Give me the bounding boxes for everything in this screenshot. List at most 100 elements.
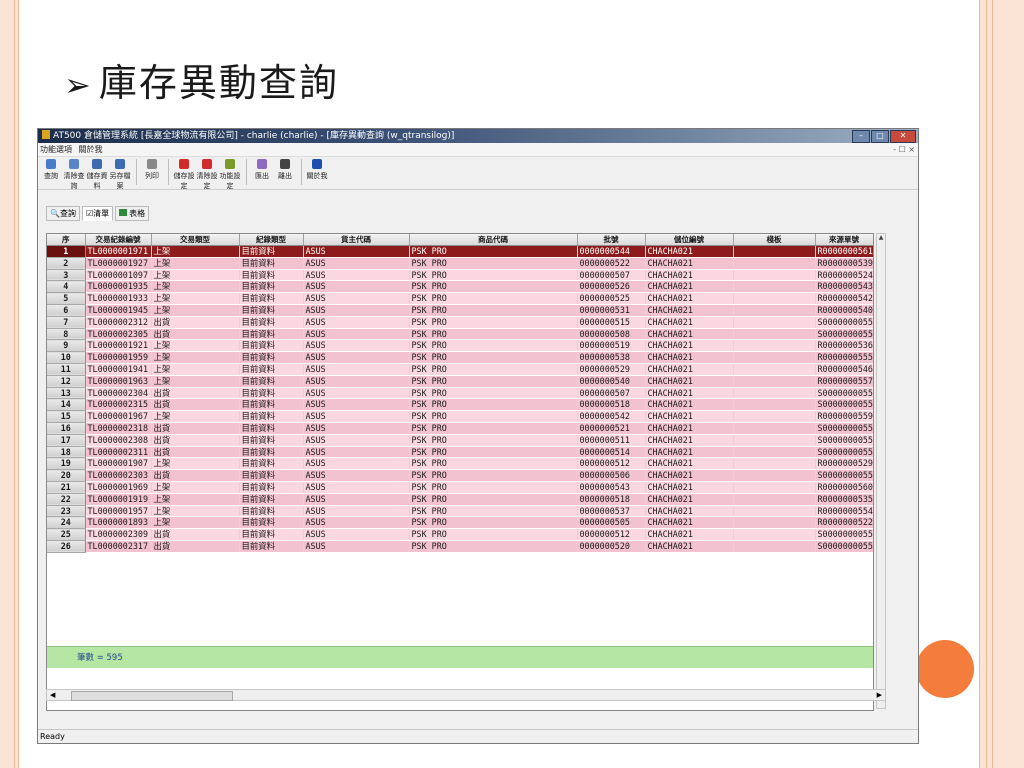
table-cell[interactable]: CHACHA021 bbox=[645, 481, 734, 494]
table-cell[interactable]: 目前資料 bbox=[239, 528, 304, 541]
tab-list[interactable]: ☑清單 bbox=[81, 206, 114, 221]
column-header[interactable]: 紀錄類型 bbox=[239, 234, 304, 246]
table-cell[interactable]: ASUS bbox=[303, 422, 410, 435]
table-cell[interactable]: 目前資料 bbox=[239, 245, 304, 258]
table-cell[interactable]: 上架 bbox=[151, 481, 240, 494]
table-cell[interactable]: 出貨 bbox=[151, 422, 240, 435]
table-cell[interactable] bbox=[733, 387, 816, 400]
window-titlebar[interactable]: AT500 倉儲管理系統 [長嘉全球物流有限公司] - charlie (cha… bbox=[38, 129, 918, 143]
table-cell[interactable]: 0000000521 bbox=[577, 422, 646, 435]
table-row[interactable]: 12 TL0000001963 上架 目前資料 ASUS PSK PRO 000000054… bbox=[47, 375, 873, 388]
table-cell[interactable]: 0000000512 bbox=[577, 457, 646, 471]
table-cell[interactable] bbox=[733, 528, 816, 541]
table-cell[interactable]: PSK PRO bbox=[409, 328, 578, 341]
mdi-controls[interactable]: - ☐ × bbox=[893, 143, 915, 156]
scroll-thumb[interactable] bbox=[71, 691, 233, 701]
table-cell[interactable]: 0000000522 bbox=[577, 257, 646, 270]
table-cell[interactable]: PSK PRO bbox=[409, 398, 578, 412]
table-cell[interactable]: R0000000560 bbox=[815, 481, 873, 494]
toolbar-button-0[interactable]: 查詢 bbox=[40, 159, 62, 181]
table-cell[interactable] bbox=[733, 540, 816, 553]
table-cell[interactable]: 上架 bbox=[151, 363, 240, 376]
table-cell[interactable] bbox=[733, 280, 816, 294]
table-cell[interactable]: R0000000554 bbox=[815, 505, 873, 518]
table-cell[interactable]: R0000000522 bbox=[815, 516, 873, 530]
table-cell[interactable]: TL0000001945 bbox=[85, 304, 152, 317]
toolbar-button-7[interactable]: 功能設定 bbox=[219, 159, 241, 191]
table-row[interactable]: 7 TL0000002312 出貨 目前資料 ASUS PSK PRO 0000000515… bbox=[47, 316, 873, 329]
table-row[interactable]: 20 TL0000002303 出貨 目前資料 ASUS PSK PRO 000000050… bbox=[47, 469, 873, 482]
table-cell[interactable]: 目前資料 bbox=[239, 292, 304, 305]
table-row[interactable]: 3 TL0000001097 上架 目前資料 ASUS PSK PRO 0000000507… bbox=[47, 269, 873, 282]
scroll-up-icon[interactable]: ▲ bbox=[877, 234, 885, 241]
table-cell[interactable]: 目前資料 bbox=[239, 481, 304, 494]
table-cell[interactable]: ASUS bbox=[303, 339, 410, 353]
row-number[interactable]: 2 bbox=[47, 257, 86, 270]
table-cell[interactable]: 出貨 bbox=[151, 446, 240, 459]
table-cell[interactable]: CHACHA021 bbox=[645, 528, 734, 541]
table-cell[interactable]: 上架 bbox=[151, 457, 240, 471]
table-cell[interactable]: 0000000515 bbox=[577, 316, 646, 329]
table-cell[interactable]: CHACHA021 bbox=[645, 422, 734, 435]
table-cell[interactable]: 出貨 bbox=[151, 540, 240, 553]
table-cell[interactable]: ASUS bbox=[303, 457, 410, 471]
table-cell[interactable]: PSK PRO bbox=[409, 292, 578, 305]
table-cell[interactable]: 目前資料 bbox=[239, 375, 304, 388]
table-cell[interactable]: CHACHA021 bbox=[645, 339, 734, 353]
table-cell[interactable]: 0000000544 bbox=[577, 245, 646, 258]
table-row[interactable]: 8 TL0000002305 出貨 目前資料 ASUS PSK PRO 0000000508… bbox=[47, 328, 873, 341]
table-cell[interactable]: 目前資料 bbox=[239, 257, 304, 270]
table-cell[interactable]: 0000000507 bbox=[577, 269, 646, 282]
table-cell[interactable]: PSK PRO bbox=[409, 387, 578, 400]
table-cell[interactable] bbox=[733, 363, 816, 376]
table-cell[interactable]: 目前資料 bbox=[239, 304, 304, 317]
table-row[interactable]: 5 TL0000001933 上架 目前資料 ASUS PSK PRO 0000000525… bbox=[47, 292, 873, 305]
table-cell[interactable] bbox=[733, 398, 816, 412]
table-cell[interactable] bbox=[733, 245, 816, 258]
table-cell[interactable]: 上架 bbox=[151, 280, 240, 294]
column-header[interactable]: 商品代碼 bbox=[409, 234, 578, 246]
table-cell[interactable]: 0000000520 bbox=[577, 540, 646, 553]
table-row[interactable]: 4 TL0000001935 上架 目前資料 ASUS PSK PRO 0000000526… bbox=[47, 280, 873, 294]
row-number[interactable]: 11 bbox=[47, 363, 86, 376]
table-cell[interactable]: TL0000001941 bbox=[85, 363, 152, 376]
table-cell[interactable]: PSK PRO bbox=[409, 505, 578, 518]
row-number[interactable]: 13 bbox=[47, 387, 86, 400]
table-cell[interactable]: PSK PRO bbox=[409, 257, 578, 270]
table-cell[interactable]: ASUS bbox=[303, 505, 410, 518]
table-cell[interactable]: ASUS bbox=[303, 328, 410, 341]
table-cell[interactable] bbox=[733, 446, 816, 459]
table-cell[interactable] bbox=[733, 292, 816, 305]
table-cell[interactable]: 上架 bbox=[151, 375, 240, 388]
table-row[interactable]: 1 TL0000001971 上架 目前資料 ASUS PSK PRO 0000000544… bbox=[47, 245, 873, 258]
table-cell[interactable]: 目前資料 bbox=[239, 469, 304, 482]
row-number[interactable]: 7 bbox=[47, 316, 86, 329]
table-cell[interactable]: 目前資料 bbox=[239, 269, 304, 282]
table-cell[interactable]: 上架 bbox=[151, 304, 240, 317]
table-cell[interactable]: TL0000001933 bbox=[85, 292, 152, 305]
table-cell[interactable]: CHACHA021 bbox=[645, 304, 734, 317]
table-row[interactable]: 6 TL0000001945 上架 目前資料 ASUS PSK PRO 0000000531… bbox=[47, 304, 873, 317]
table-cell[interactable]: 上架 bbox=[151, 245, 240, 258]
row-number[interactable]: 17 bbox=[47, 434, 86, 447]
table-cell[interactable]: PSK PRO bbox=[409, 363, 578, 376]
table-cell[interactable]: 目前資料 bbox=[239, 316, 304, 329]
table-cell[interactable]: CHACHA021 bbox=[645, 316, 734, 329]
table-row[interactable]: 10 TL0000001959 上架 目前資料 ASUS PSK PRO 000000053… bbox=[47, 351, 873, 364]
column-header[interactable]: 交易紀錄編號 bbox=[85, 234, 152, 246]
table-cell[interactable] bbox=[733, 257, 816, 270]
scroll-right-icon[interactable]: ▶ bbox=[877, 690, 882, 701]
table-cell[interactable]: R0000000542 bbox=[815, 292, 873, 305]
table-cell[interactable]: 0000000512 bbox=[577, 528, 646, 541]
table-cell[interactable]: TL0000002305 bbox=[85, 328, 152, 341]
table-cell[interactable]: S0000000055 bbox=[815, 528, 873, 541]
table-cell[interactable]: R0000000557 bbox=[815, 375, 873, 388]
row-number[interactable]: 19 bbox=[47, 457, 86, 471]
table-cell[interactable]: CHACHA021 bbox=[645, 505, 734, 518]
table-cell[interactable]: ASUS bbox=[303, 528, 410, 541]
table-cell[interactable]: TL0000001893 bbox=[85, 516, 152, 530]
table-cell[interactable] bbox=[733, 469, 816, 482]
table-cell[interactable]: S0000000055 bbox=[815, 398, 873, 412]
table-cell[interactable]: 0000000511 bbox=[577, 434, 646, 447]
table-cell[interactable]: ASUS bbox=[303, 304, 410, 317]
